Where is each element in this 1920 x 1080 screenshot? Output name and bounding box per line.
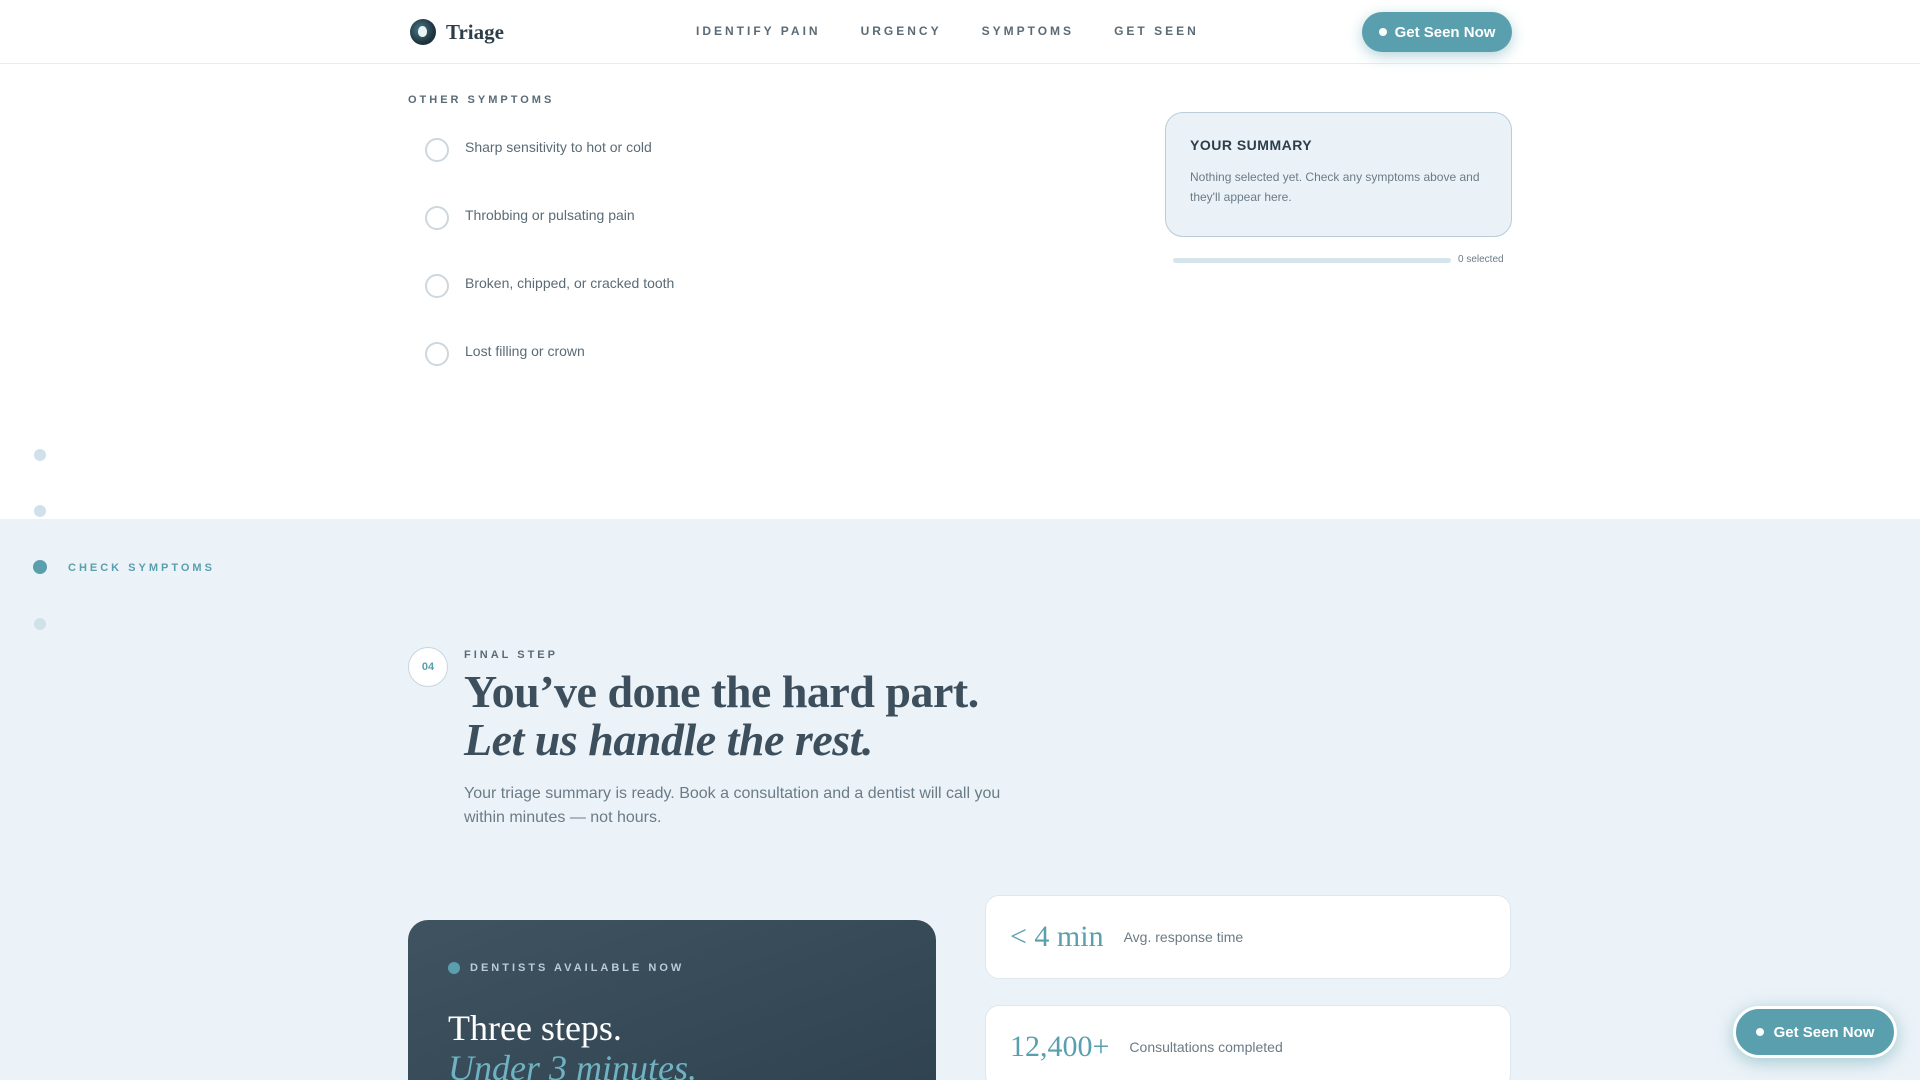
symptom-label: Throbbing or pulsating pain <box>465 207 635 223</box>
symptom-option[interactable]: Throbbing or pulsating pain <box>425 206 635 230</box>
rail-step-dot[interactable] <box>34 618 46 630</box>
brand-logo[interactable]: Triage <box>410 19 504 45</box>
rail-active-label[interactable]: CHECK SYMPTOMS <box>68 562 215 574</box>
dot-icon <box>1755 1028 1764 1036</box>
nav-identify-pain[interactable]: IDENTIFY PAIN <box>696 24 821 38</box>
rail-step-dot-active[interactable] <box>33 560 47 574</box>
get-seen-now-label: Get Seen Now <box>1394 23 1496 41</box>
stat-card: < 4 min Avg. response time <box>985 895 1511 979</box>
stat-value: 12,400+ <box>1010 1030 1110 1063</box>
brand-name: Triage <box>446 19 504 44</box>
stat-value: < 4 min <box>1010 920 1104 953</box>
dot-icon <box>1378 28 1387 36</box>
availability-subtitle: Under 3 minutes. <box>448 1048 697 1080</box>
floating-get-seen-now-button[interactable]: Get Seen Now <box>1733 1006 1897 1058</box>
availability-title: Three steps. <box>448 1008 622 1048</box>
symptom-label: Broken, chipped, or cracked tooth <box>465 275 675 291</box>
symptom-label: Sharp sensitivity to hot or cold <box>465 139 652 155</box>
rail-step-dot[interactable] <box>34 505 46 517</box>
final-step-eyebrow: FINAL STEP <box>464 649 558 661</box>
nav-urgency[interactable]: URGENCY <box>861 24 942 38</box>
selected-count: 0 selected <box>1458 254 1504 265</box>
symptom-option[interactable]: Sharp sensitivity to hot or cold <box>425 138 652 162</box>
stat-label: Avg. response time <box>1123 929 1244 945</box>
final-lead-text: Your triage summary is ready. Book a con… <box>464 785 1001 826</box>
main-nav: IDENTIFY PAIN URGENCY SYMPTOMS GET SEEN <box>696 24 1199 38</box>
nav-get-seen[interactable]: GET SEEN <box>1114 24 1199 38</box>
stat-card: 12,400+ Consultations completed <box>985 1005 1511 1080</box>
final-headline-italic: Let us handle the rest. <box>464 714 873 765</box>
symptom-checkbox[interactable] <box>425 206 449 230</box>
symptom-checkbox[interactable] <box>425 274 449 298</box>
summary-text: Nothing selected yet. Check any symptoms… <box>1190 170 1480 204</box>
summary-card: YOUR SUMMARY Nothing selected yet. Check… <box>1165 112 1512 237</box>
symptom-option[interactable]: Lost filling or crown <box>425 342 585 366</box>
step-number-badge: 04 <box>408 647 448 687</box>
site-header: Triage IDENTIFY PAIN URGENCY SYMPTOMS GE… <box>0 0 1920 64</box>
tooth-logo-icon <box>410 19 436 45</box>
nav-symptoms[interactable]: SYMPTOMS <box>982 24 1074 38</box>
selection-progress-bar <box>1173 258 1451 263</box>
stat-label: Consultations completed <box>1129 1039 1283 1055</box>
other-symptoms-heading: OTHER SYMPTOMS <box>408 94 555 106</box>
symptom-checkbox[interactable] <box>425 138 449 162</box>
availability-label: DENTISTS AVAILABLE NOW <box>470 962 685 974</box>
availability-card: DENTISTS AVAILABLE NOW Three steps. Unde… <box>408 920 936 1080</box>
symptom-checkbox[interactable] <box>425 342 449 366</box>
symptom-label: Lost filling or crown <box>465 343 585 359</box>
symptom-option[interactable]: Broken, chipped, or cracked tooth <box>425 274 674 298</box>
get-seen-now-button[interactable]: Get Seen Now <box>1362 12 1512 52</box>
floating-cta-label: Get Seen Now <box>1773 1023 1875 1041</box>
summary-title: YOUR SUMMARY <box>1190 137 1313 153</box>
status-dot-icon <box>448 962 460 974</box>
rail-step-dot[interactable] <box>34 449 46 461</box>
final-headline: You’ve done the hard part. <box>464 666 979 717</box>
availability-badge: DENTISTS AVAILABLE NOW <box>448 962 684 974</box>
